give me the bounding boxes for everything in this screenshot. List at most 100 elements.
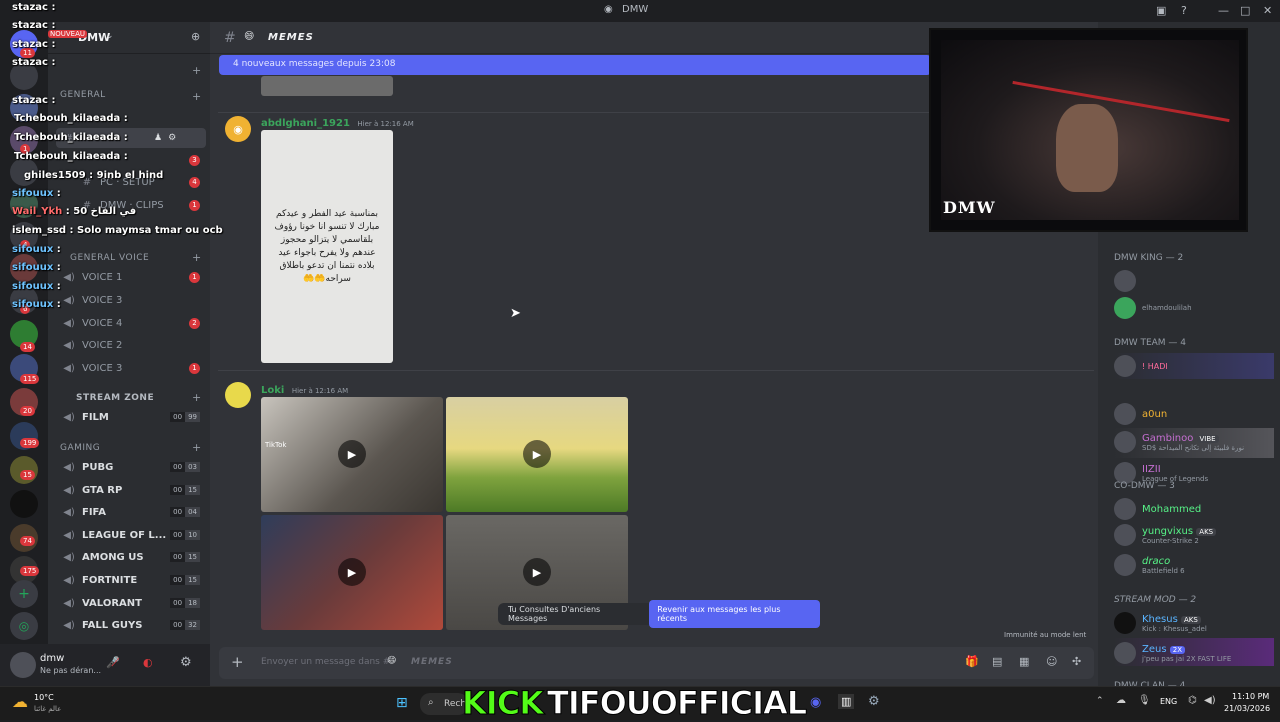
cloud-icon[interactable]: ☁ — [1116, 695, 1126, 706]
add-member-icon[interactable]: ♟ — [154, 133, 162, 143]
voice-channel[interactable]: ◀) FALL GUYS 00 32 — [56, 615, 206, 635]
server-icon[interactable] — [10, 490, 38, 518]
voice-channel-film[interactable]: ◀) FILM 00 99 — [56, 407, 206, 427]
voice-channel[interactable]: ◀) VOICE 2 — [56, 335, 206, 355]
new-messages-bar[interactable]: 4 nouveaux messages depuis 23:08 — [219, 55, 931, 75]
member-item[interactable]: Mohammed — [1114, 498, 1274, 520]
voice-channel[interactable]: ◀) VALORANT 00 18 — [56, 593, 206, 613]
discord-taskbar-icon[interactable]: ◉ — [810, 695, 821, 710]
maximize-button[interactable]: □ — [1240, 4, 1250, 17]
voice-channel[interactable]: ◀) VOICE 3 — [56, 290, 206, 310]
avatar[interactable] — [225, 382, 251, 408]
message-image[interactable]: بمناسبة عيد الفطر و عيدكم مبارك لا تنسو … — [261, 130, 393, 363]
attach-plus-icon[interactable]: + — [231, 653, 244, 671]
voice-channel[interactable]: ◀) LEAGUE OF L... 00 10 — [56, 525, 206, 545]
emoji-picker-icon[interactable]: ☺ — [1046, 655, 1057, 668]
plus-icon[interactable]: + — [192, 251, 201, 264]
webcam-logo: DMW — [943, 198, 996, 217]
speaker-icon: ◀) — [63, 551, 75, 563]
unread-badge: 3 — [189, 154, 200, 166]
clock-time[interactable]: 11:10 PM — [1232, 692, 1269, 701]
member-item[interactable]: elhamdoulilah — [1114, 297, 1274, 319]
member-item[interactable]: yungvixus AKS Counter-Strike 2 — [1114, 524, 1274, 546]
member-item[interactable]: a0un — [1114, 403, 1274, 425]
avatar[interactable]: ◉ — [225, 116, 251, 142]
member-name: Gambinoo VIBE — [1142, 433, 1244, 444]
play-icon[interactable]: ▶ — [523, 558, 551, 586]
language-indicator[interactable]: ENG — [1160, 697, 1177, 706]
voice-channel[interactable]: ◀) VOICE 3 1 — [56, 358, 206, 378]
channel-label: VOICE 2 — [82, 339, 123, 351]
server-badge: 175 — [20, 566, 40, 576]
plus-icon[interactable]: + — [192, 391, 201, 404]
member-item[interactable] — [1114, 270, 1274, 292]
tray-chevron-icon[interactable]: ⌃ — [1096, 696, 1104, 706]
add-server-icon[interactable]: + — [10, 580, 38, 608]
category-gaming[interactable]: GAMING — [60, 443, 100, 453]
search-icon: ⌕ — [428, 697, 434, 708]
settings-taskbar-icon[interactable]: ⚙ — [868, 694, 880, 709]
video-attachment[interactable]: TikTok ▶ — [261, 397, 443, 512]
network-icon[interactable]: ⌬ — [1188, 695, 1197, 706]
apps-icon[interactable]: ✣ — [1072, 655, 1081, 668]
voice-channel[interactable]: ◀) VOICE 1 1 — [56, 267, 206, 287]
category-general-voice[interactable]: GENERAL VOICE — [70, 253, 149, 263]
video-attachment[interactable]: ▶ — [261, 515, 443, 630]
play-icon[interactable]: ▶ — [338, 558, 366, 586]
play-icon[interactable]: ▶ — [338, 440, 366, 468]
headset-muted-icon[interactable]: ◐ — [143, 656, 153, 669]
voice-channel[interactable]: ◀) GTA RP 00 15 — [56, 480, 206, 500]
cursor-icon: ➤ — [510, 306, 521, 321]
close-button[interactable]: ✕ — [1263, 4, 1272, 17]
mic-muted-icon[interactable]: 🎤̸ — [106, 656, 120, 669]
voice-channel[interactable]: ◀) PUBG 00 03 — [56, 457, 206, 477]
gif-icon[interactable]: ▤ — [992, 655, 1002, 668]
voice-channel[interactable]: ◀) VOICE 4 2 — [56, 313, 206, 333]
category-stream-zone[interactable]: STREAM ZONE — [76, 393, 154, 403]
slowmode-text: Immunité au mode lent — [1004, 631, 1087, 639]
plus-icon[interactable]: + — [192, 64, 201, 77]
category-general[interactable]: GENERAL — [60, 90, 106, 100]
avatar[interactable] — [10, 652, 36, 678]
message-author[interactable]: Loki — [261, 385, 284, 396]
taskbar-search[interactable]: ⌕ Rech — [420, 693, 468, 715]
gift-icon[interactable]: 🎁 — [965, 655, 979, 668]
settings-gear-icon[interactable]: ⚙ — [180, 655, 192, 670]
explore-icon[interactable]: ◎ — [10, 612, 38, 640]
user-limit: 00 10 — [170, 530, 200, 540]
member-item[interactable]: Zeus 2X j'peu pas jai 2X FAST LIFE — [1114, 642, 1274, 664]
gear-icon[interactable]: ⚙ — [168, 133, 176, 143]
member-item[interactable]: ! HADI — [1114, 355, 1274, 377]
clock-date[interactable]: 21/03/2026 — [1224, 704, 1270, 713]
weather-icon[interactable]: ☁ — [12, 692, 28, 711]
inbox-icon[interactable]: ▣ — [1156, 4, 1166, 17]
overlay-chat-line: Tchebouh_kilaeada : — [14, 132, 128, 143]
member-item[interactable]: draco Battlefield 6 — [1114, 554, 1274, 576]
avatar — [1114, 642, 1136, 664]
message-image[interactable] — [261, 76, 393, 96]
plus-icon[interactable]: + — [192, 90, 201, 103]
weather-temp: 10°C — [34, 693, 54, 702]
minimize-button[interactable]: — — [1218, 4, 1229, 17]
voice-channel[interactable]: ◀) AMONG US 00 15 — [56, 547, 206, 567]
help-icon[interactable]: ? — [1181, 4, 1187, 17]
message-header: Loki Hier à 12:16 AM — [261, 383, 348, 396]
epic-games-icon[interactable]: ▥ — [838, 694, 855, 709]
jump-to-present-button[interactable]: Revenir aux messages les plus récents — [649, 600, 820, 628]
message-author[interactable]: abdlghani_1921 — [261, 118, 350, 129]
volume-icon[interactable]: ◀) — [1204, 695, 1216, 706]
add-member-icon[interactable]: ⊕ — [191, 30, 200, 43]
voice-channel[interactable]: ◀) FORTNITE 00 15 — [56, 570, 206, 590]
member-item[interactable]: Khesus AKS Kick : Khesus_adel — [1114, 612, 1274, 634]
sticker-icon[interactable]: ▦ — [1019, 655, 1029, 668]
video-attachment[interactable]: ▶ — [446, 397, 628, 512]
windows-start-icon[interactable]: ⊞ — [396, 695, 408, 711]
message-composer[interactable]: + Envoyer un message dans # 😄 MEMES 🎁 ▤ … — [219, 647, 1094, 679]
microphone-icon[interactable]: 🎙 — [1138, 695, 1151, 706]
channel-label: VOICE 3 — [82, 294, 123, 306]
server-header[interactable]: DMW ⌄ ⊕ — [48, 22, 210, 54]
voice-channel[interactable]: ◀) FIFA 00 04 — [56, 502, 206, 522]
play-icon[interactable]: ▶ — [523, 440, 551, 468]
member-item[interactable]: Gambinoo VIBE SD$ نورة فلبيئة إلى تكانح ا… — [1114, 431, 1274, 453]
plus-icon[interactable]: + — [192, 441, 201, 454]
